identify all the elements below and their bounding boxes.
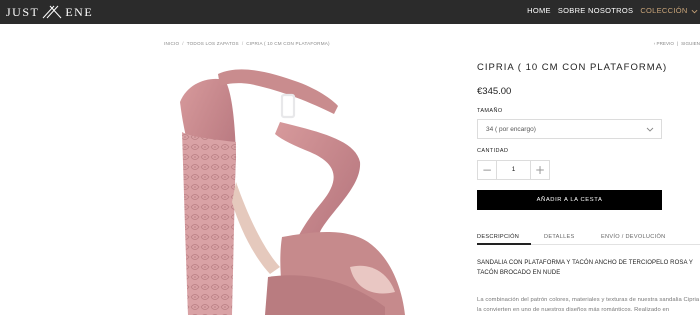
- nav-coleccion[interactable]: COLECCIÓN: [640, 6, 698, 15]
- tab-envio-devolucion[interactable]: ENVÍO / DEVOLUCIÓN: [601, 234, 665, 240]
- chevron-down-icon: [646, 127, 654, 132]
- top-navigation-bar: JUST ENE HOME SOBRE NOSOTROS COLECCIÓN: [0, 0, 700, 24]
- breadcrumb-home[interactable]: INICIO: [164, 41, 179, 46]
- main-nav: HOME SOBRE NOSOTROS COLECCIÓN: [527, 6, 698, 15]
- tab-detalles[interactable]: DETALLES: [544, 234, 575, 240]
- chevron-down-icon: [691, 9, 698, 13]
- size-label: TAMAÑO: [477, 108, 503, 114]
- brand-logo[interactable]: JUST ENE: [6, 5, 93, 19]
- prev-arrow-icon: ‹: [653, 41, 656, 46]
- quantity-input[interactable]: 1: [497, 160, 530, 180]
- product-pager: ‹ PREVIO | SIGUIEN: [654, 41, 700, 46]
- increase-quantity-button[interactable]: +: [530, 160, 550, 180]
- breadcrumb-separator: /: [241, 41, 244, 46]
- pager-separator: |: [676, 41, 679, 46]
- nav-sobre-nosotros[interactable]: SOBRE NOSOTROS: [558, 6, 633, 15]
- nav-home[interactable]: HOME: [527, 6, 551, 15]
- add-to-cart-button[interactable]: AÑADIR A LA CESTA: [477, 190, 662, 210]
- description-body: La combinación del patrón colores, mater…: [477, 297, 700, 313]
- quantity-label: CANTIDAD: [477, 148, 509, 154]
- shoe-ankle-strap: [218, 69, 338, 114]
- shoe-heel: [182, 132, 236, 315]
- product-title: CIPRIA ( 10 CM CON PLATAFORMA): [477, 62, 668, 73]
- active-tab-indicator: [477, 243, 531, 245]
- product-tabs: DESCRIPCIÓN DETALLES ENVÍO / DEVOLUCIÓN: [477, 234, 700, 246]
- size-select-value: 34 ( por encargo): [486, 126, 536, 133]
- quantity-stepper: − 1 +: [477, 160, 550, 180]
- tab-descripcion[interactable]: DESCRIPCIÓN: [477, 234, 519, 240]
- shoe-insole: [232, 182, 280, 274]
- brand-logo-mark-icon: [42, 5, 62, 19]
- breadcrumb-separator: /: [182, 41, 184, 46]
- breadcrumb-current: CIPRIA ( 10 CM CON PLATAFORMA): [246, 41, 330, 46]
- previous-link[interactable]: PREVIO: [657, 41, 674, 46]
- size-select[interactable]: 34 ( por encargo): [477, 119, 662, 139]
- product-image[interactable]: [170, 62, 460, 315]
- shoe-buckle: [280, 93, 296, 119]
- decrease-quantity-button[interactable]: −: [477, 160, 497, 180]
- brand-logo-right: ENE: [65, 4, 94, 19]
- next-link[interactable]: SIGUIEN: [681, 41, 700, 46]
- brand-logo-left: JUST: [6, 4, 40, 19]
- breadcrumb-all-shoes[interactable]: TODOS LOS ZAPATOS: [187, 41, 239, 46]
- nav-coleccion-label: COLECCIÓN: [640, 6, 688, 15]
- product-price: €345.00: [477, 86, 512, 97]
- description-heading: SANDALIA CON PLATAFORMA Y TACÓN ANCHO DE…: [477, 260, 693, 276]
- breadcrumb: INICIO / TODOS LOS ZAPATOS / CIPRIA ( 10 CM …: [164, 41, 330, 46]
